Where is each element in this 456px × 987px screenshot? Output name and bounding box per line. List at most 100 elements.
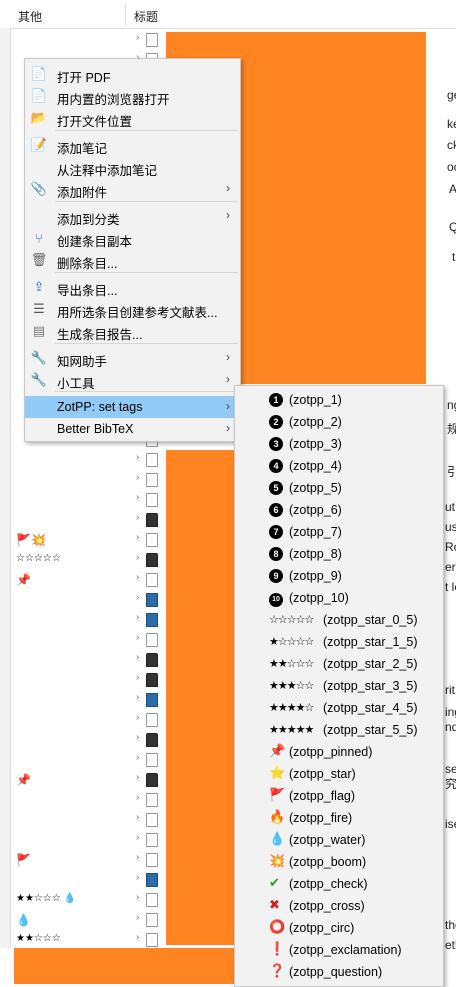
menu-item-3[interactable]: 📂 打开文件位置 — [25, 107, 240, 129]
menu-item-4[interactable]: 📝 添加笔记 — [25, 134, 240, 156]
tag-item-13[interactable]: ★★☆☆☆ (zotpp_star_2_5) — [235, 653, 443, 675]
row-expand-chevron-icon[interactable]: › — [136, 712, 139, 723]
item-type-icon — [146, 533, 158, 547]
row-expand-chevron-icon[interactable]: › — [136, 852, 139, 863]
stars-1-icon: ★☆☆☆☆ — [269, 636, 314, 648]
row-expand-chevron-icon[interactable]: › — [136, 892, 139, 903]
stars-4-icon: ★★★★☆ — [269, 702, 314, 714]
row-expand-chevron-icon[interactable]: › — [136, 772, 139, 783]
title-fragment: 引 — [447, 465, 456, 479]
menu-item-5[interactable]: 从注释中添加笔记 — [25, 156, 240, 178]
row-expand-chevron-icon[interactable]: › — [136, 692, 139, 703]
menu-item-label: 小工具 — [57, 377, 95, 391]
menu-item-16[interactable]: Better BibTeX › — [25, 418, 240, 440]
tag-item-9[interactable]: 9 (zotpp_9) — [235, 565, 443, 587]
row-expand-chevron-icon[interactable]: › — [136, 592, 139, 603]
row-expand-chevron-icon[interactable]: › — [136, 732, 139, 743]
tag-item-17[interactable]: 📌 (zotpp_pinned) — [235, 741, 443, 763]
tag-item-25[interactable]: ⭕ (zotpp_circ) — [235, 917, 443, 939]
title-fragment: tho — [445, 918, 456, 932]
chevron-right-icon: › — [226, 181, 230, 195]
tag-item-16[interactable]: ★★★★★ (zotpp_star_5_5) — [235, 719, 443, 741]
tag-item-5[interactable]: 5 (zotpp_5) — [235, 477, 443, 499]
row-expand-chevron-icon[interactable]: › — [136, 452, 139, 463]
tag-item-3[interactable]: 3 (zotpp_3) — [235, 433, 443, 455]
menu-item-10[interactable]: ⇪ 导出条目... — [25, 276, 240, 298]
tag-item-12[interactable]: ★☆☆☆☆ (zotpp_star_1_5) — [235, 631, 443, 653]
tag-item-4[interactable]: 4 (zotpp_4) — [235, 455, 443, 477]
tag-item-23[interactable]: ✔ (zotpp_check) — [235, 873, 443, 895]
context-menu[interactable]: 📄 打开 PDF 📄 用内置的浏览器打开 📂 打开文件位置 📝 添加笔记 从注释中添加笔记 📎 添加… — [24, 58, 241, 442]
tag-item-19[interactable]: 🚩 (zotpp_flag) — [235, 785, 443, 807]
row-expand-chevron-icon[interactable]: › — [136, 672, 139, 683]
menu-item-6[interactable]: 📎 添加附件 › — [25, 178, 240, 200]
tag-item-label: (zotpp_2) — [289, 415, 342, 429]
title-fragment: ge — [447, 88, 456, 102]
row-expand-chevron-icon[interactable]: › — [136, 552, 139, 563]
item-type-icon — [146, 593, 158, 607]
title-fragment: 规 — [447, 422, 456, 436]
tag-item-27[interactable]: ❓ (zotpp_question) — [235, 961, 443, 983]
num6-icon: 6 — [269, 501, 283, 517]
title-fragment: Q — [449, 220, 456, 234]
row-expand-chevron-icon[interactable]: › — [136, 832, 139, 843]
tag-item-label: (zotpp_8) — [289, 547, 342, 561]
tag-item-18[interactable]: ⭐ (zotpp_star) — [235, 763, 443, 785]
tag-item-26[interactable]: ❗ (zotpp_exclamation) — [235, 939, 443, 961]
zotpp-tags-submenu[interactable]: 1 (zotpp_1) 2 (zotpp_2) 3 (zotpp_3) 4 (zotpp_4)… — [234, 385, 444, 987]
circle-icon: ⭕ — [269, 919, 286, 934]
tag-item-20[interactable]: 🔥 (zotpp_fire) — [235, 807, 443, 829]
menu-item-8[interactable]: ⑂ 创建条目副本 — [25, 227, 240, 250]
menu-item-14[interactable]: 🔧 小工具 › — [25, 369, 240, 391]
item-type-icon — [146, 553, 158, 567]
menu-item-1[interactable]: 📄 打开 PDF — [25, 63, 240, 85]
column-divider[interactable] — [125, 4, 126, 26]
menu-item-13[interactable]: 🔧 知网助手 › — [25, 347, 240, 369]
row-expand-chevron-icon[interactable]: › — [136, 652, 139, 663]
row-expand-chevron-icon[interactable]: › — [136, 792, 139, 803]
tag-item-11[interactable]: ☆☆☆☆☆ (zotpp_star_0_5) — [235, 609, 443, 631]
num4-icon: 4 — [269, 457, 283, 473]
tag-item-7[interactable]: 7 (zotpp_7) — [235, 521, 443, 543]
folder-icon: 📂 — [30, 110, 48, 125]
row-expand-chevron-icon[interactable]: › — [136, 752, 139, 763]
row-expand-chevron-icon[interactable]: › — [136, 492, 139, 503]
tag-item-6[interactable]: 6 (zotpp_6) — [235, 499, 443, 521]
tag-item-label: (zotpp_6) — [289, 503, 342, 517]
row-expand-chevron-icon[interactable]: › — [136, 632, 139, 643]
row-expand-chevron-icon[interactable]: › — [136, 572, 139, 583]
tag-item-2[interactable]: 2 (zotpp_2) — [235, 411, 443, 433]
chevron-right-icon: › — [226, 208, 230, 222]
menu-item-7[interactable]: 添加到分类 › — [25, 205, 240, 227]
column-other[interactable]: 其他 — [18, 8, 42, 25]
title-fragment: t le — [445, 580, 456, 594]
row-expand-chevron-icon[interactable]: › — [136, 812, 139, 823]
tag-item-14[interactable]: ★★★☆☆ (zotpp_star_3_5) — [235, 675, 443, 697]
tag-item-8[interactable]: 8 (zotpp_8) — [235, 543, 443, 565]
item-type-icon — [146, 693, 158, 707]
row-expand-chevron-icon[interactable]: › — [136, 512, 139, 523]
menu-item-2[interactable]: 📄 用内置的浏览器打开 — [25, 85, 240, 107]
stars-5-icon: ★★★★★ — [269, 724, 314, 736]
tag-item-24[interactable]: ✖ (zotpp_cross) — [235, 895, 443, 917]
row-expand-chevron-icon[interactable]: › — [136, 612, 139, 623]
menu-item-9[interactable]: 🗑 删除条目... — [25, 249, 240, 271]
row-expand-chevron-icon[interactable]: › — [136, 872, 139, 883]
menu-item-15[interactable]: ZotPP: set tags › — [25, 396, 240, 418]
num9-icon: 9 — [269, 567, 283, 583]
tag-item-21[interactable]: 💧 (zotpp_water) — [235, 829, 443, 851]
column-title[interactable]: 标题 — [134, 8, 158, 25]
tag-item-10[interactable]: 10 (zotpp_10) — [235, 587, 443, 609]
item-type-icon — [146, 633, 158, 647]
row-expand-chevron-icon[interactable]: › — [136, 32, 139, 43]
menu-item-12[interactable]: ▤ 生成条目报告... — [25, 320, 240, 342]
tag-item-22[interactable]: 💥 (zotpp_boom) — [235, 851, 443, 873]
tag-item-15[interactable]: ★★★★☆ (zotpp_star_4_5) — [235, 697, 443, 719]
row-expand-chevron-icon[interactable]: › — [136, 932, 139, 943]
row-expand-chevron-icon[interactable]: › — [136, 532, 139, 543]
tag-item-1[interactable]: 1 (zotpp_1) — [235, 389, 443, 411]
num8-icon: 8 — [269, 545, 283, 561]
row-expand-chevron-icon[interactable]: › — [136, 912, 139, 923]
row-expand-chevron-icon[interactable]: › — [136, 472, 139, 483]
menu-item-11[interactable]: ☰ 用所选条目创建参考文献表... — [25, 298, 240, 320]
